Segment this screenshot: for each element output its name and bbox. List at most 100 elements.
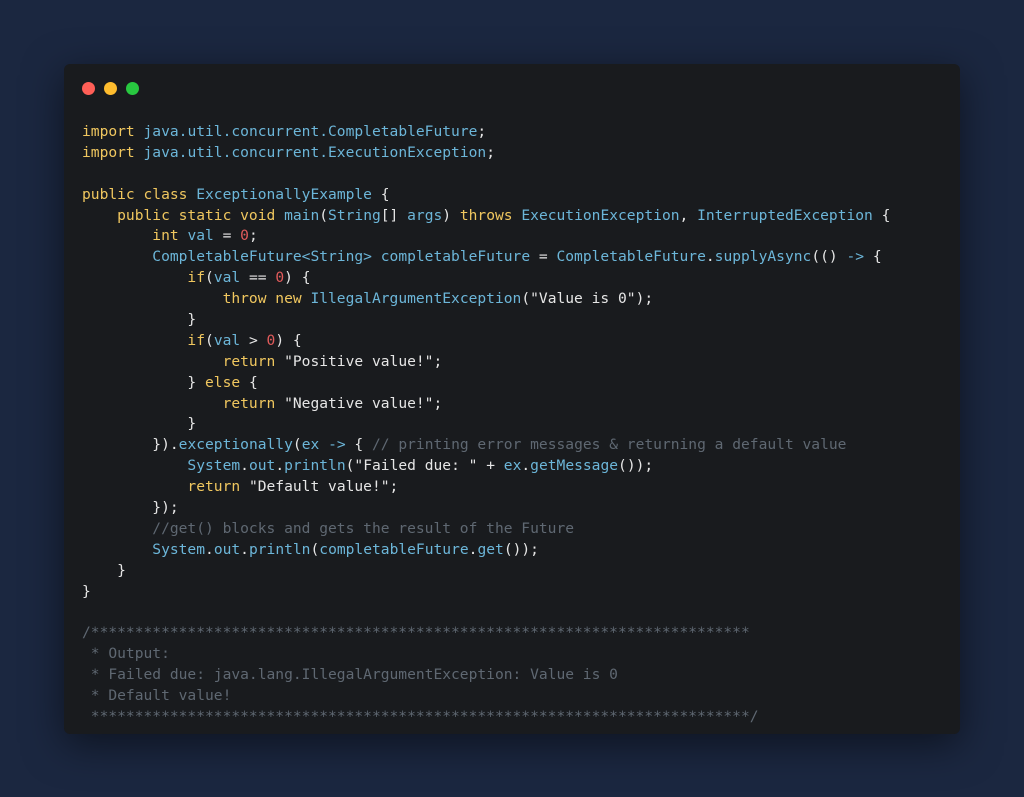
code-line: * Failed due: java.lang.IllegalArgumentE… bbox=[82, 665, 890, 686]
code-token: . bbox=[240, 457, 249, 475]
code-token: if bbox=[82, 331, 206, 349]
code-token: ex bbox=[503, 457, 522, 475]
code-token: completableFuture bbox=[380, 248, 531, 266]
code-token: main bbox=[284, 206, 320, 224]
code-token: ExecutionException bbox=[521, 206, 680, 224]
code-token: * Default value! bbox=[82, 687, 232, 705]
code-window: import java.util.concurrent.CompletableF… bbox=[64, 64, 960, 734]
code-token: { bbox=[371, 185, 390, 203]
code-token: }). bbox=[82, 436, 179, 454]
code-token: CompletableFuture bbox=[556, 248, 706, 266]
code-token: { bbox=[872, 206, 891, 224]
code-token: [] bbox=[380, 206, 408, 224]
code-line: return "Default value!"; bbox=[82, 477, 890, 498]
code-token: "Negative value!" bbox=[284, 394, 434, 412]
code-line: int val = 0; bbox=[82, 226, 890, 247]
code-token: . bbox=[205, 540, 214, 558]
maximize-dot-icon[interactable] bbox=[126, 82, 139, 95]
code-token: InterruptedException bbox=[697, 206, 873, 224]
code-token: ()); bbox=[503, 540, 539, 558]
code-token: return bbox=[82, 478, 241, 496]
minimize-dot-icon[interactable] bbox=[104, 82, 117, 95]
code-token: ()); bbox=[618, 457, 654, 475]
code-line: public static void main(String[] args) t… bbox=[82, 206, 890, 227]
code-line: import java.util.concurrent.ExecutionExc… bbox=[82, 143, 890, 164]
code-token: ( bbox=[292, 436, 302, 454]
code-token: ) { bbox=[284, 269, 311, 287]
code-line: return "Positive value!"; bbox=[82, 352, 890, 373]
code-token: , bbox=[679, 206, 698, 224]
code-token: ; bbox=[433, 352, 443, 370]
code-token: public static void bbox=[82, 206, 276, 224]
code-line: throw new IllegalArgumentException("Valu… bbox=[82, 289, 890, 310]
code-token: String bbox=[328, 206, 381, 224]
code-line: * Default value! bbox=[82, 686, 890, 707]
code-token: "Positive value!" bbox=[284, 352, 434, 370]
code-token: java.util.concurrent.ExecutionException bbox=[143, 143, 487, 161]
code-token: ****************************************… bbox=[82, 707, 759, 725]
code-token: } bbox=[82, 582, 91, 600]
code-token: public class bbox=[82, 185, 188, 203]
code-token: } bbox=[82, 415, 197, 433]
code-token: "Failed due: " bbox=[354, 457, 478, 475]
code-token: exceptionally bbox=[178, 436, 293, 454]
code-token: ; bbox=[486, 143, 495, 161]
code-token: throws bbox=[459, 206, 513, 224]
code-token: -> bbox=[328, 436, 346, 454]
code-token: > bbox=[240, 331, 267, 349]
code-line: } bbox=[82, 561, 890, 582]
code-token: "Default value!" bbox=[248, 478, 390, 496]
code-token: ; bbox=[389, 478, 399, 496]
code-line: System.out.println("Failed due: " + ex.g… bbox=[82, 456, 890, 477]
code-token: * Output: bbox=[82, 645, 170, 663]
code-token: //get() blocks and gets the result of th… bbox=[82, 519, 575, 537]
code-token: val bbox=[213, 269, 241, 287]
code-token: println bbox=[284, 457, 346, 475]
code-token: (() bbox=[811, 248, 847, 266]
code-token: = bbox=[213, 227, 241, 245]
code-token: val bbox=[187, 227, 214, 245]
code-token: 0 bbox=[266, 331, 276, 349]
code-token: get bbox=[477, 540, 504, 558]
code-line: } bbox=[82, 582, 890, 603]
code-line: /***************************************… bbox=[82, 623, 890, 644]
code-token: import bbox=[82, 143, 135, 161]
code-line: public class ExceptionallyExample { bbox=[82, 185, 890, 206]
code-token: IllegalArgumentException bbox=[310, 290, 522, 308]
code-token: }); bbox=[82, 499, 179, 517]
code-line: //get() blocks and gets the result of th… bbox=[82, 519, 890, 540]
code-token: ex bbox=[301, 436, 320, 454]
code-line: } bbox=[82, 310, 890, 331]
traffic-lights bbox=[82, 82, 139, 95]
code-line: if(val > 0) { bbox=[82, 331, 890, 352]
code-token: throw new bbox=[82, 290, 302, 308]
code-token: . bbox=[705, 248, 715, 266]
code-token: . bbox=[521, 457, 531, 475]
code-line: System.out.println(completableFuture.get… bbox=[82, 540, 890, 561]
code-token: System bbox=[82, 540, 206, 558]
code-token: // printing error messages & returning a… bbox=[372, 436, 847, 454]
code-token: out bbox=[248, 457, 276, 475]
code-token: out bbox=[213, 540, 241, 558]
close-dot-icon[interactable] bbox=[82, 82, 95, 95]
code-token: completableFuture bbox=[319, 540, 469, 558]
code-token: ( bbox=[319, 206, 329, 224]
code-line: ****************************************… bbox=[82, 707, 890, 728]
code-token: System bbox=[82, 457, 241, 475]
code-token: int bbox=[82, 227, 179, 245]
code-line: } bbox=[82, 414, 890, 435]
code-token: . bbox=[240, 540, 249, 558]
code-token: } bbox=[82, 373, 206, 391]
code-token: ( bbox=[205, 269, 214, 287]
code-token: { bbox=[864, 248, 882, 266]
